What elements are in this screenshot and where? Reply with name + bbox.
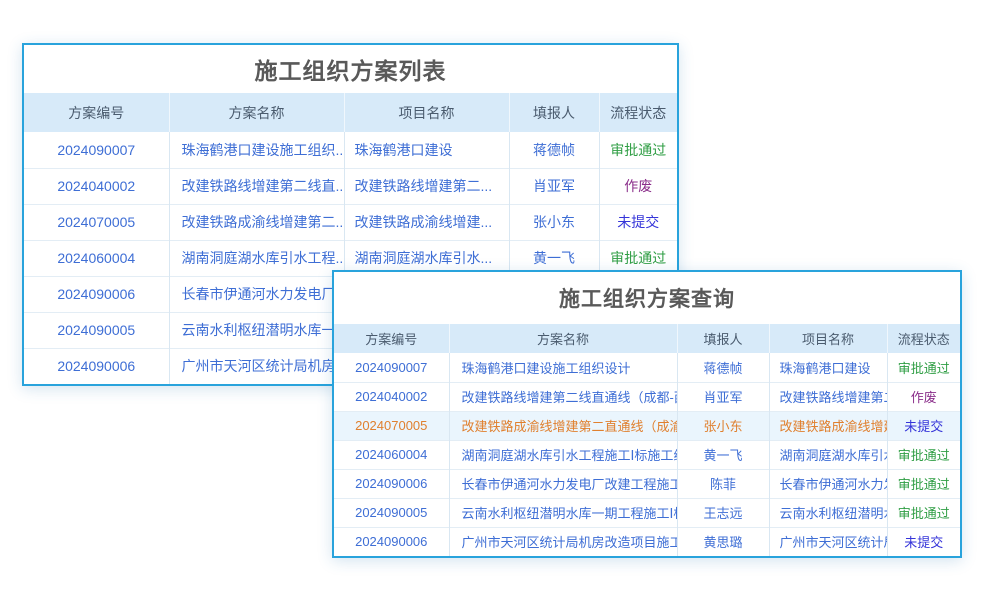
plan-query-panel: 施工组织方案查询 方案编号 方案名称 填报人 项目名称 流程状态 2024090… bbox=[332, 270, 962, 558]
status-badge: 审批通过 bbox=[887, 498, 960, 527]
status-badge: 作废 bbox=[599, 168, 677, 204]
reporter-cell: 蒋德帧 bbox=[677, 353, 769, 382]
status-badge: 未提交 bbox=[887, 527, 960, 556]
column-header-project: 项目名称 bbox=[769, 324, 887, 353]
table-row-selected[interactable]: 2024070005 改建铁路成渝线增建第二直通线（成渝枢 张小东 改建铁路成渝… bbox=[334, 411, 960, 440]
project-name-cell: 湖南洞庭湖水库引水 bbox=[769, 440, 887, 469]
project-name-cell: 改建铁路线增建第二... bbox=[344, 168, 509, 204]
project-name-cell: 改建铁路成渝线增建... bbox=[344, 204, 509, 240]
project-name-cell: 广州市天河区统计局 bbox=[769, 527, 887, 556]
column-header-plan-id: 方案编号 bbox=[334, 324, 449, 353]
reporter-cell: 肖亚军 bbox=[677, 382, 769, 411]
reporter-cell: 黄一飞 bbox=[677, 440, 769, 469]
plan-id-link[interactable]: 2024090005 bbox=[24, 312, 169, 348]
plan-id-link[interactable]: 2024090006 bbox=[334, 469, 449, 498]
plan-name-cell: 长春市伊通河水力发电厂改建工程施工组 bbox=[449, 469, 677, 498]
plan-name-cell: 改建铁路线增建第二线直... bbox=[169, 168, 344, 204]
column-header-project: 项目名称 bbox=[344, 93, 509, 132]
table-header-row: 方案编号 方案名称 填报人 项目名称 流程状态 bbox=[334, 324, 960, 353]
reporter-cell: 肖亚军 bbox=[509, 168, 599, 204]
plan-name-cell: 珠海鹤港口建设施工组织... bbox=[169, 132, 344, 168]
reporter-cell: 张小东 bbox=[677, 411, 769, 440]
status-badge: 作废 bbox=[887, 382, 960, 411]
project-name-cell: 珠海鹤港口建设 bbox=[344, 132, 509, 168]
status-badge: 未提交 bbox=[887, 411, 960, 440]
plan-name-cell: 改建铁路线增建第二线直通线（成都-西安 bbox=[449, 382, 677, 411]
plan-id-link[interactable]: 2024070005 bbox=[334, 411, 449, 440]
table-row[interactable]: 2024090006 广州市天河区统计局机房改造项目施工组 黄思璐 广州市天河区… bbox=[334, 527, 960, 556]
project-name-cell: 云南水利枢纽潜明水 bbox=[769, 498, 887, 527]
column-header-plan-id: 方案编号 bbox=[24, 93, 169, 132]
plan-query-table: 方案编号 方案名称 填报人 项目名称 流程状态 2024090007 珠海鹤港口… bbox=[334, 324, 960, 556]
plan-name-cell: 珠海鹤港口建设施工组织设计 bbox=[449, 353, 677, 382]
status-badge: 审批通过 bbox=[887, 469, 960, 498]
column-header-status: 流程状态 bbox=[887, 324, 960, 353]
column-header-plan-name: 方案名称 bbox=[169, 93, 344, 132]
table-row[interactable]: 2024090007 珠海鹤港口建设施工组织... 珠海鹤港口建设 蒋德帧 审批… bbox=[24, 132, 677, 168]
project-name-cell: 珠海鹤港口建设 bbox=[769, 353, 887, 382]
plan-id-link[interactable]: 2024040002 bbox=[334, 382, 449, 411]
plan-name-cell: 云南水利枢纽潜明水库一期工程施工Ⅰ标施 bbox=[449, 498, 677, 527]
plan-id-link[interactable]: 2024090006 bbox=[334, 527, 449, 556]
table-row[interactable]: 2024090007 珠海鹤港口建设施工组织设计 蒋德帧 珠海鹤港口建设 审批通… bbox=[334, 353, 960, 382]
reporter-cell: 陈菲 bbox=[677, 469, 769, 498]
plan-id-link[interactable]: 2024070005 bbox=[24, 204, 169, 240]
table-header-row: 方案编号 方案名称 项目名称 填报人 流程状态 bbox=[24, 93, 677, 132]
status-badge: 审批通过 bbox=[887, 353, 960, 382]
plan-id-link[interactable]: 2024040002 bbox=[24, 168, 169, 204]
status-badge: 审批通过 bbox=[887, 440, 960, 469]
plan-name-cell: 改建铁路成渝线增建第二... bbox=[169, 204, 344, 240]
reporter-cell: 张小东 bbox=[509, 204, 599, 240]
plan-name-cell: 广州市天河区统计局机房... bbox=[169, 348, 344, 384]
page-title: 施工组织方案列表 bbox=[24, 45, 677, 93]
plan-name-cell: 云南水利枢纽潜明水库一... bbox=[169, 312, 344, 348]
reporter-cell: 王志远 bbox=[677, 498, 769, 527]
project-name-cell: 改建铁路线增建第二 bbox=[769, 382, 887, 411]
table-row[interactable]: 2024060004 湖南洞庭湖水库引水工程施工Ⅰ标施工组织 黄一飞 湖南洞庭湖… bbox=[334, 440, 960, 469]
reporter-cell: 黄思璐 bbox=[677, 527, 769, 556]
status-badge: 未提交 bbox=[599, 204, 677, 240]
page-title: 施工组织方案查询 bbox=[334, 272, 960, 324]
table-row[interactable]: 2024040002 改建铁路线增建第二线直通线（成都-西安 肖亚军 改建铁路线… bbox=[334, 382, 960, 411]
plan-id-link[interactable]: 2024090005 bbox=[334, 498, 449, 527]
project-name-cell: 改建铁路成渝线增建 bbox=[769, 411, 887, 440]
reporter-cell: 蒋德帧 bbox=[509, 132, 599, 168]
plan-name-cell: 湖南洞庭湖水库引水工程施工Ⅰ标施工组织 bbox=[449, 440, 677, 469]
table-row[interactable]: 2024090006 长春市伊通河水力发电厂改建工程施工组 陈菲 长春市伊通河水… bbox=[334, 469, 960, 498]
column-header-reporter: 填报人 bbox=[677, 324, 769, 353]
column-header-status: 流程状态 bbox=[599, 93, 677, 132]
plan-id-link[interactable]: 2024090006 bbox=[24, 276, 169, 312]
plan-name-cell: 改建铁路成渝线增建第二直通线（成渝枢 bbox=[449, 411, 677, 440]
plan-name-cell: 湖南洞庭湖水库引水工程... bbox=[169, 240, 344, 276]
table-row[interactable]: 2024070005 改建铁路成渝线增建第二... 改建铁路成渝线增建... 张… bbox=[24, 204, 677, 240]
column-header-plan-name: 方案名称 bbox=[449, 324, 677, 353]
plan-id-link[interactable]: 2024060004 bbox=[334, 440, 449, 469]
plan-id-link[interactable]: 2024090007 bbox=[24, 132, 169, 168]
table-row[interactable]: 2024090005 云南水利枢纽潜明水库一期工程施工Ⅰ标施 王志远 云南水利枢… bbox=[334, 498, 960, 527]
plan-id-link[interactable]: 2024090007 bbox=[334, 353, 449, 382]
plan-name-cell: 广州市天河区统计局机房改造项目施工组 bbox=[449, 527, 677, 556]
table-row[interactable]: 2024040002 改建铁路线增建第二线直... 改建铁路线增建第二... 肖… bbox=[24, 168, 677, 204]
plan-id-link[interactable]: 2024060004 bbox=[24, 240, 169, 276]
status-badge: 审批通过 bbox=[599, 132, 677, 168]
project-name-cell: 长春市伊通河水力发 bbox=[769, 469, 887, 498]
plan-name-cell: 长春市伊通河水力发电厂... bbox=[169, 276, 344, 312]
column-header-reporter: 填报人 bbox=[509, 93, 599, 132]
plan-id-link[interactable]: 2024090006 bbox=[24, 348, 169, 384]
